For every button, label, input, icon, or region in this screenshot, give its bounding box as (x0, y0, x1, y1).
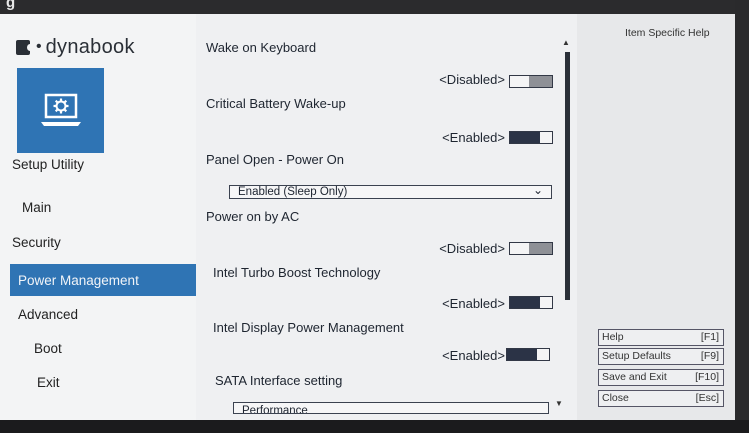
key-label: Setup Defaults (602, 350, 671, 362)
help-pane-title: Item Specific Help (625, 27, 710, 39)
toggle-intel-turbo-boost[interactable] (509, 296, 553, 309)
chevron-down-icon: ⌄ (532, 183, 543, 197)
nav-item-label: Boot (34, 340, 62, 356)
toggle-knob (528, 243, 552, 254)
key-code: [Esc] (695, 392, 719, 404)
setting-title-wake-on-keyboard[interactable]: Wake on Keyboard (206, 40, 316, 55)
nav-item-power-management[interactable]: Power Management (10, 264, 196, 296)
setting-title-power-on-by-ac[interactable]: Power on by AC (206, 209, 299, 224)
toggle-knob (528, 76, 552, 87)
logo-mark-icon (16, 39, 33, 55)
setup-utility-label: Setup Utility (12, 157, 85, 172)
dropdown-sata-interface[interactable]: Performance (233, 402, 549, 414)
key-label: Close (602, 392, 629, 404)
toggle-critical-battery-wakeup[interactable] (509, 131, 553, 144)
nav-item-label: Advanced (18, 306, 79, 322)
setting-value-wake-on-keyboard[interactable]: <Disabled> (439, 72, 505, 87)
dropdown-panel-open-power-on[interactable]: Enabled (Sleep Only) ⌄ (229, 183, 552, 199)
key-label: Help (602, 331, 624, 343)
nav-item-security[interactable]: Security (0, 226, 196, 258)
setting-title-sata-interface[interactable]: SATA Interface setting (215, 373, 342, 388)
dropdown-value: Enabled (Sleep Only) (238, 186, 348, 198)
nav-item-advanced[interactable]: Advanced (0, 298, 196, 330)
key-setup-defaults[interactable]: Setup Defaults [F9] (598, 348, 724, 365)
toggle-wake-on-keyboard[interactable] (509, 75, 553, 88)
partial-top-text: g (6, 0, 16, 11)
toggle-knob (507, 349, 538, 360)
photo-frame-top: g (0, 0, 749, 14)
setting-title-panel-open-power-on[interactable]: Panel Open - Power On (206, 152, 344, 167)
key-close[interactable]: Close [Esc] (598, 390, 724, 407)
toggle-intel-display-power-management[interactable] (506, 348, 550, 361)
sidebar: • dynabook Setup Utility Main Security P… (0, 14, 196, 420)
nav-item-label: Main (22, 199, 52, 215)
setting-value-critical-battery-wakeup[interactable]: <Enabled> (442, 130, 505, 145)
nav-item-main[interactable]: Main (0, 191, 196, 223)
laptop-gear-icon (41, 93, 81, 126)
nav-item-label: Security (12, 234, 61, 250)
logo-dot: • (36, 38, 42, 55)
setting-title-intel-turbo-boost[interactable]: Intel Turbo Boost Technology (213, 265, 380, 280)
setting-title-critical-battery-wakeup[interactable]: Critical Battery Wake-up (206, 96, 346, 111)
setting-value-intel-turbo-boost[interactable]: <Enabled> (442, 296, 505, 311)
key-code: [F9] (700, 350, 719, 362)
dropdown-value: Performance (242, 405, 308, 414)
logo-text: dynabook (45, 35, 135, 58)
scroll-down-arrow-icon[interactable]: ▼ (555, 399, 563, 408)
nav-item-label: Power Management (18, 272, 139, 288)
key-code: [F1] (700, 331, 719, 343)
help-pane: Item Specific Help Help [F1] Setup Defau… (577, 14, 735, 420)
toggle-knob (510, 297, 541, 308)
key-code: [F10] (695, 371, 719, 383)
nav-item-exit[interactable]: Exit (0, 366, 196, 398)
key-help[interactable]: Help [F1] (598, 329, 724, 346)
key-save-and-exit[interactable]: Save and Exit [F10] (598, 369, 724, 386)
setting-title-intel-display-power-management[interactable]: Intel Display Power Management (213, 320, 404, 335)
nav-item-boot[interactable]: Boot (0, 332, 196, 364)
toggle-knob (510, 132, 541, 143)
settings-pane: Wake on Keyboard <Disabled> Critical Bat… (196, 14, 577, 420)
brand-logo: • dynabook (16, 36, 135, 58)
key-label: Save and Exit (602, 371, 667, 383)
setting-value-power-on-by-ac[interactable]: <Disabled> (439, 241, 505, 256)
nav-item-label: Exit (37, 374, 60, 390)
photo-frame-right (735, 0, 749, 433)
scroll-up-arrow-icon[interactable]: ▲ (562, 38, 570, 47)
setting-value-intel-display-power-management[interactable]: <Enabled> (442, 348, 505, 363)
setup-utility-tile (17, 68, 104, 153)
toggle-power-on-by-ac[interactable] (509, 242, 553, 255)
photo-frame-bottom (0, 420, 749, 433)
scrollbar-thumb[interactable] (565, 52, 570, 300)
